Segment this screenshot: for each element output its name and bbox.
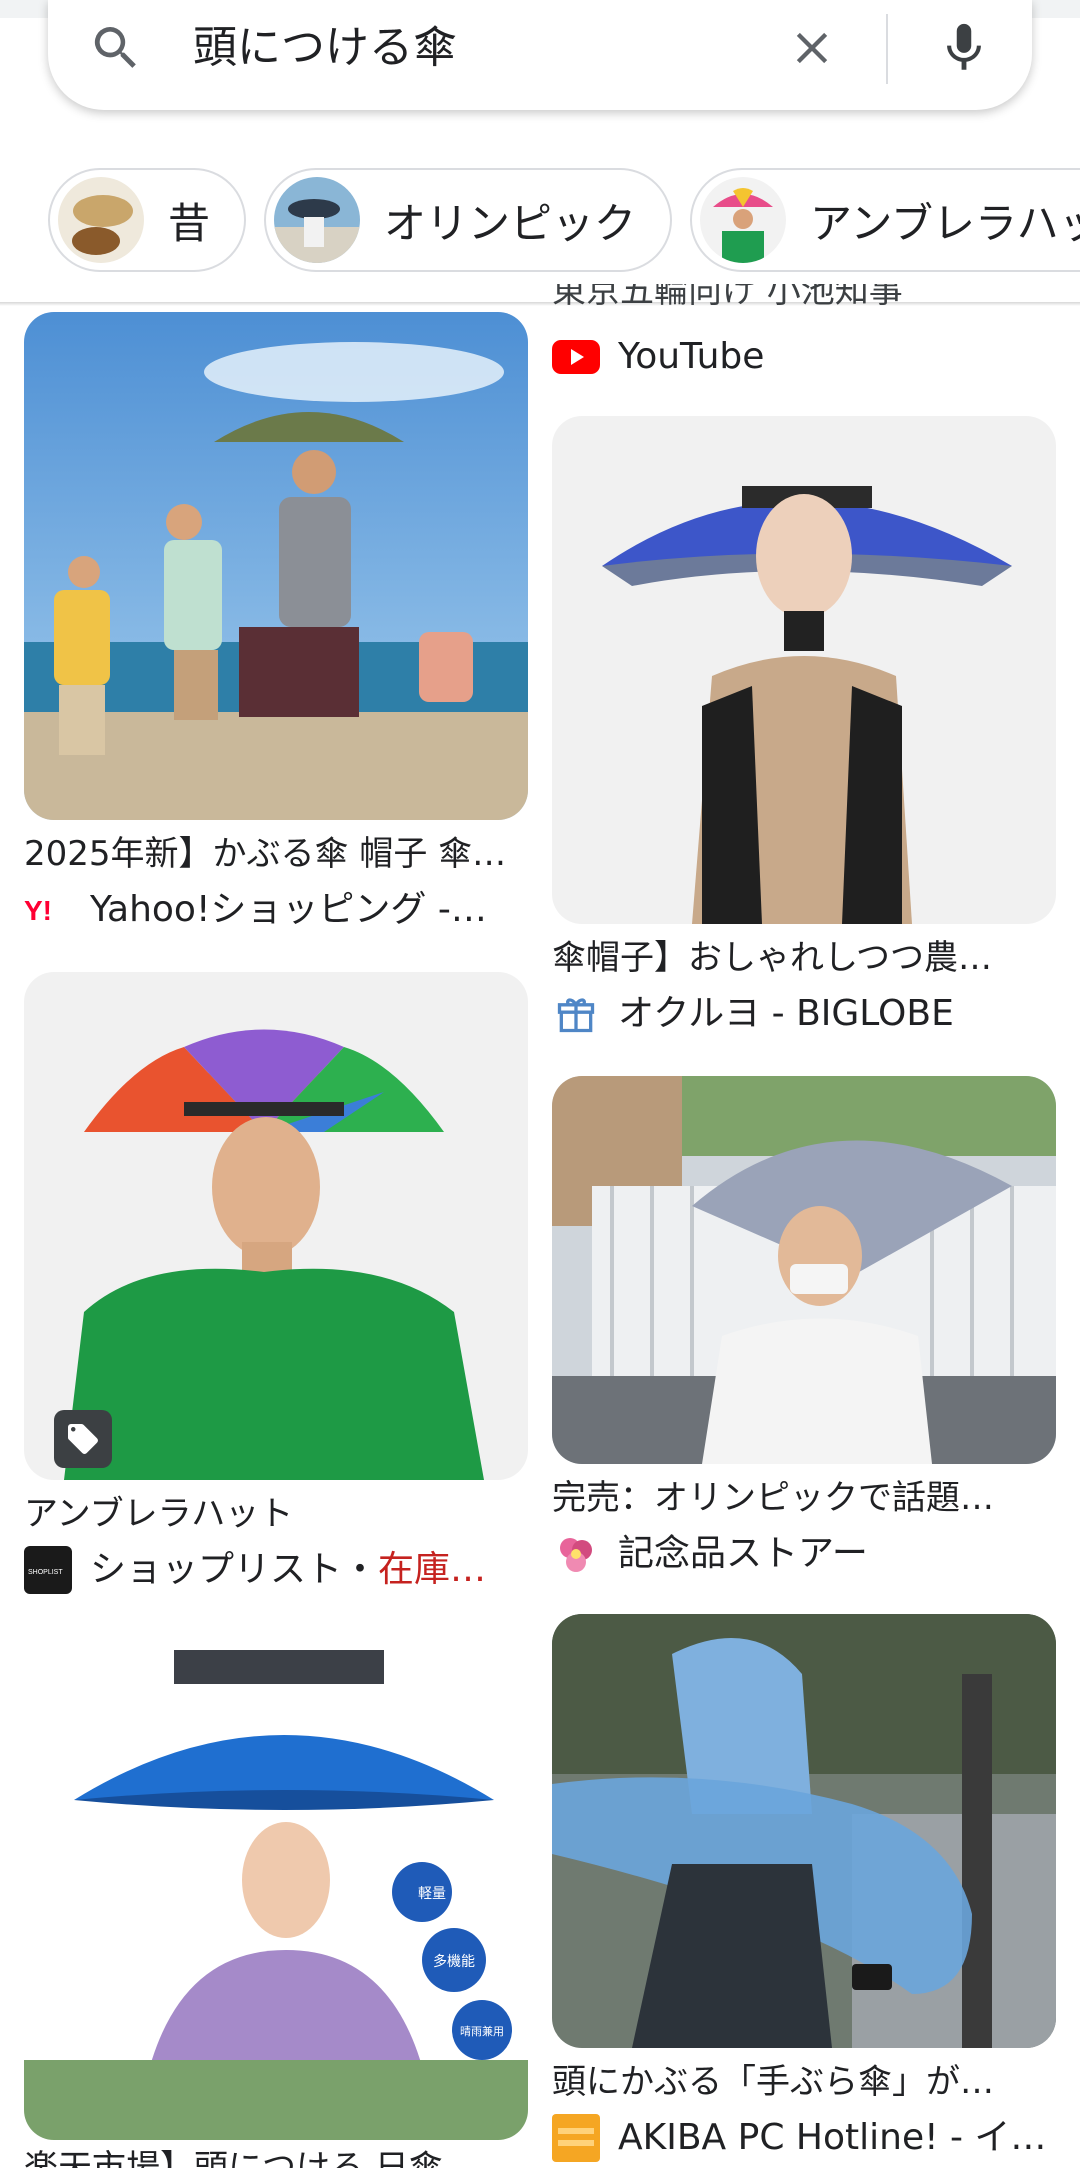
akiba-icon [552,2114,600,2162]
yahoo-logo-text: Y! [24,895,52,926]
chip-umbrella-hat[interactable]: アンブレラハット [690,168,1080,272]
result-source[interactable]: AKIBA PC Hotline! - イ… [552,2114,1046,2162]
badge-multifunction: 多機能 [433,1953,475,1970]
search-icon [88,20,144,76]
result-image-man-umbrella[interactable] [552,1076,1056,1464]
result-source-label: YouTube [618,336,765,377]
result-title[interactable]: 傘帽子】おしゃれしつつ農… [552,936,1056,980]
microphone-icon[interactable] [928,10,1000,86]
store-flower-icon [552,1530,600,1578]
result-source[interactable]: SHOPLIST ショップリスト・ 在庫… [24,1546,486,1594]
result-title-partial: 東京五輪向け 小池知事 [552,284,903,310]
shoplist-icon: SHOPLIST [24,1546,72,1594]
stock-status: 在庫… [378,1549,487,1590]
yahoo-icon: Y! [24,886,72,934]
result-title[interactable]: アンブレラハット [24,1492,528,1536]
chip-label: 昔 [168,198,211,248]
chip-thumbnail [58,177,144,263]
result-image-umbrella-hat[interactable] [24,972,528,1480]
result-source-label: 記念品ストアー [618,1533,868,1574]
clear-icon[interactable] [778,14,846,82]
result-image-handsfree-umbrella[interactable] [552,1614,1056,2048]
chip-label: オリンピック [384,198,637,248]
search-bar[interactable]: 頭につける傘 [48,0,1032,110]
result-title-partial[interactable]: 楽天市場】頭につける 日傘… [24,2146,528,2168]
divider [886,14,888,84]
result-source[interactable]: Y! Yahoo!ショッピング -… [24,886,487,934]
result-source-label: AKIBA PC Hotline! - イ… [618,2117,1047,2158]
result-image-woman-umbrella-hat[interactable] [552,416,1056,924]
badge-sun-rain: 晴雨兼用 [460,2025,504,2038]
gift-icon [552,990,600,1038]
result-source[interactable]: オクルヨ - BIGLOBE [552,990,954,1038]
result-source-youtube[interactable]: YouTube [552,332,764,382]
shopping-tag-icon [54,1410,112,1468]
result-title[interactable]: 2025年新】かぶる傘 帽子 傘… [24,832,528,876]
result-source[interactable]: 記念品ストアー [552,1530,868,1578]
result-image-umbrella-cap[interactable]: 軽量 多機能 晴雨兼用 [24,1630,528,2140]
shoplist-logo-text: SHOPLIST [28,1569,63,1576]
result-source-label: ショップリスト・ [90,1549,379,1590]
youtube-icon [552,333,600,381]
search-input[interactable]: 頭につける傘 [193,18,457,78]
chip-label: アンブレラハット [810,198,1080,248]
result-title[interactable]: 頭にかぶる「手ぶら傘」が… [552,2060,1056,2104]
badge-lightweight: 軽量 [418,1886,446,1902]
chip-mukashi[interactable]: 昔 [48,168,246,272]
result-image-beach[interactable] [24,312,528,820]
result-source-label: Yahoo!ショッピング -… [90,889,487,930]
suggestion-chips: 昔 オリンピック アンブレラハット [0,168,1080,276]
result-source-label: オクルヨ - BIGLOBE [618,993,954,1034]
chip-thumbnail [700,177,786,263]
chip-thumbnail [274,177,360,263]
result-title[interactable]: 完売：オリンピックで話題… [552,1476,1056,1520]
chip-olympic[interactable]: オリンピック [264,168,672,272]
